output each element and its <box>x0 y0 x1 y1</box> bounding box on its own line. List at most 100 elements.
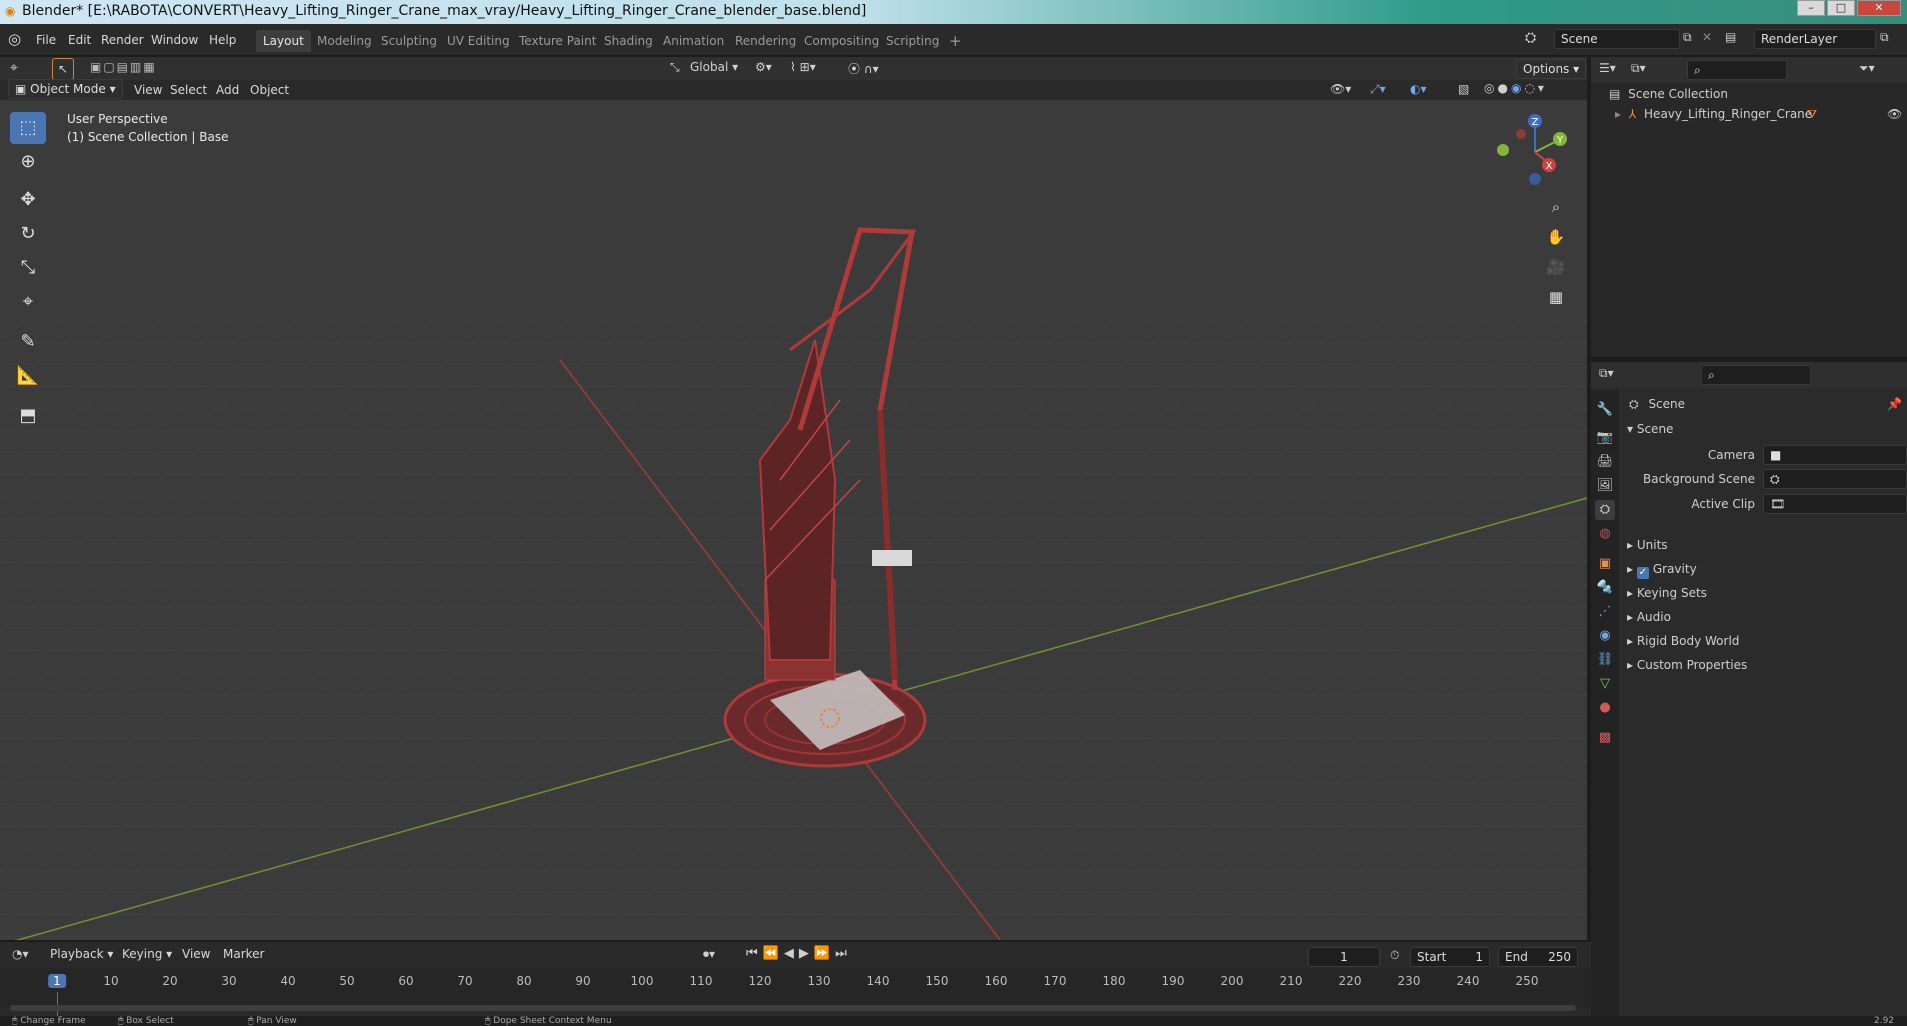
constraints-tab-icon[interactable]: ⛓ <box>1595 650 1615 670</box>
tool-tab-icon[interactable]: 🔧 <box>1595 400 1615 420</box>
expand-arrow-icon[interactable]: ▸ <box>1615 107 1621 121</box>
tab-modeling[interactable]: Modeling <box>310 30 379 52</box>
background-scene-field[interactable]: ⛭ <box>1763 469 1907 489</box>
tab-rendering[interactable]: Rendering <box>728 30 803 52</box>
tab-compositing[interactable]: Compositing <box>797 30 886 52</box>
maximize-button[interactable]: □ <box>1827 0 1855 16</box>
menu-window[interactable]: Window <box>145 30 204 50</box>
properties-editor-icon[interactable]: ⧉▾ <box>1599 366 1614 381</box>
scene-selector[interactable]: Scene <box>1554 29 1680 49</box>
close-button[interactable]: ✕ <box>1857 0 1901 16</box>
select-tool-icon[interactable]: ↖ <box>52 58 74 80</box>
pivot-point-icon[interactable]: ⚙▾ <box>755 60 772 74</box>
menu-help[interactable]: Help <box>203 30 242 50</box>
properties-search-input[interactable]: ⌕ <box>1701 365 1811 385</box>
mode-selector[interactable]: ▣ Object Mode ▾ <box>8 79 123 99</box>
new-renderlayer-icon[interactable]: ⧉ <box>1880 30 1889 45</box>
panel-units[interactable]: ▸ Units <box>1627 538 1668 552</box>
tab-layout[interactable]: Layout <box>256 30 311 52</box>
start-frame-field[interactable]: Start 1 <box>1410 947 1490 967</box>
outliner-editor-icon[interactable]: ☰▾ <box>1599 61 1616 75</box>
preview-range-icon[interactable]: ⏱ <box>1390 948 1399 963</box>
view-layer-tab-icon[interactable]: 🖼 <box>1595 476 1615 496</box>
tab-sculpting[interactable]: Sculpting <box>374 30 444 52</box>
viewport-menu-object[interactable]: Object <box>244 80 295 100</box>
viewport-menu-select[interactable]: Select <box>164 80 213 100</box>
pin-icon[interactable]: 📌 <box>1887 397 1902 411</box>
select-box-icon[interactable]: ⬚ <box>10 112 46 144</box>
proportional-editing-icon[interactable]: ⦿ ∩▾ <box>848 60 879 77</box>
menu-edit[interactable]: Edit <box>62 30 97 50</box>
active-clip-field[interactable]: 🎞 <box>1763 494 1907 514</box>
timeline-menu-playback[interactable]: Playback ▾ <box>44 944 119 964</box>
timeline-menu-marker[interactable]: Marker <box>217 944 270 964</box>
camera-field[interactable]: ■ <box>1763 445 1907 465</box>
gravity-checkbox[interactable]: ✓ <box>1636 567 1649 579</box>
tab-scripting[interactable]: Scripting <box>879 30 946 52</box>
tab-animation[interactable]: Animation <box>656 30 731 52</box>
scene-icon[interactable]: ⛭ <box>1525 30 1536 46</box>
data-tab-icon[interactable]: ▽ <box>1595 674 1615 694</box>
xray-toggle-icon[interactable]: ▧ <box>1458 82 1469 96</box>
panel-gravity[interactable]: ▸ ✓ Gravity <box>1627 562 1697 579</box>
timeline-editor-icon[interactable]: ◔▾ <box>12 947 29 961</box>
renderlayer-selector[interactable]: RenderLayer <box>1754 29 1876 49</box>
render-tab-icon[interactable]: 📷 <box>1595 428 1615 448</box>
navigation-gizmo[interactable]: Z Y X <box>1495 112 1575 192</box>
measure-icon[interactable]: 📐 <box>10 360 46 392</box>
filter-icon[interactable]: ⏷▾ <box>1859 61 1875 76</box>
display-mode-icon[interactable]: ⧉▾ <box>1631 61 1646 76</box>
panel-rigid-body-world[interactable]: ▸ Rigid Body World <box>1627 634 1739 648</box>
rotate-icon[interactable]: ↻ <box>10 218 46 250</box>
minimize-button[interactable]: – <box>1797 0 1825 16</box>
blender-menu-icon[interactable]: ◎ <box>8 30 21 48</box>
timeline-menu-keying[interactable]: Keying ▾ <box>116 944 178 964</box>
viewport-menu-add[interactable]: Add <box>210 80 245 100</box>
frame-tick-current[interactable]: 1 <box>48 974 66 988</box>
add-workspace-icon[interactable]: + <box>942 30 969 52</box>
world-tab-icon[interactable]: ◍ <box>1595 524 1615 544</box>
timeline-scrollbar[interactable] <box>10 1005 1576 1011</box>
tab-shading[interactable]: Shading <box>597 30 660 52</box>
auto-keying-icon[interactable]: ⏺▾ <box>703 947 715 962</box>
outliner-search-input[interactable]: ⌕ <box>1687 60 1787 80</box>
cursor-icon[interactable]: ⊕ <box>10 146 46 178</box>
camera-view-icon[interactable]: 🎥 <box>1543 254 1569 280</box>
transform-orientation-dropdown[interactable]: Global ▾ <box>690 60 738 74</box>
menu-file[interactable]: File <box>30 30 62 50</box>
panel-custom-properties[interactable]: ▸ Custom Properties <box>1627 658 1747 672</box>
move-icon[interactable]: ✥ <box>10 184 46 216</box>
outliner-root[interactable]: ▤ Scene Collection <box>1609 87 1728 101</box>
output-tab-icon[interactable]: 🖨 <box>1595 452 1615 472</box>
panel-keying-sets[interactable]: ▸ Keying Sets <box>1627 586 1707 600</box>
scene-panel-header[interactable]: ▾ Scene <box>1627 422 1673 436</box>
visibility-eye-icon[interactable]: 👁 <box>1887 107 1902 121</box>
pan-hand-icon[interactable]: ✋ <box>1543 224 1569 250</box>
scale-icon[interactable]: ⤡ <box>10 252 46 284</box>
timeline-ruler[interactable]: 1 10 20 30 40 50 60 70 80 90 100 110 120… <box>0 968 1591 1016</box>
particles-tab-icon[interactable]: ⋰ <box>1595 602 1615 622</box>
new-scene-icon[interactable]: ⧉ <box>1683 30 1692 45</box>
panel-audio[interactable]: ▸ Audio <box>1627 610 1671 624</box>
object-tab-icon[interactable]: ▣ <box>1595 554 1615 574</box>
editor-type-icon[interactable]: ⌖ <box>10 60 18 76</box>
tab-texture-paint[interactable]: Texture Paint <box>512 30 603 52</box>
snapping-icon[interactable]: ⌇ ⊞▾ <box>790 60 816 74</box>
zoom-icon[interactable]: ⌕ <box>1543 194 1569 220</box>
outliner-item[interactable]: ▸ ⅄ Heavy_Lifting_Ringer_Crane ⛛ 👁 <box>1615 107 1907 121</box>
renderlayer-icon[interactable]: ▤ <box>1725 30 1736 44</box>
ortho-toggle-icon[interactable]: ▦ <box>1543 284 1569 310</box>
texture-tab-icon[interactable]: ▩ <box>1595 728 1615 748</box>
current-frame-field[interactable]: 1 <box>1308 947 1380 967</box>
timeline-menu-view[interactable]: View <box>176 944 216 964</box>
playback-controls[interactable]: ⏮⏪◀▶⏩⏭ <box>746 946 852 961</box>
remove-scene-icon[interactable]: ✕ <box>1702 30 1712 44</box>
scene-tab-icon[interactable]: ⛭ <box>1595 500 1615 520</box>
object-data-icon[interactable]: ⛛ <box>1807 107 1817 122</box>
selection-mode-icons[interactable]: ▣▢▤▥▦ <box>90 60 157 74</box>
visibility-icon[interactable]: 👁▾ <box>1330 82 1351 96</box>
material-tab-icon[interactable]: ● <box>1595 698 1615 718</box>
viewport-menu-view[interactable]: View <box>128 80 168 100</box>
options-dropdown[interactable]: Options ▾ <box>1516 59 1587 79</box>
3d-viewport[interactable]: User Perspective (1) Scene Collection | … <box>0 100 1587 940</box>
